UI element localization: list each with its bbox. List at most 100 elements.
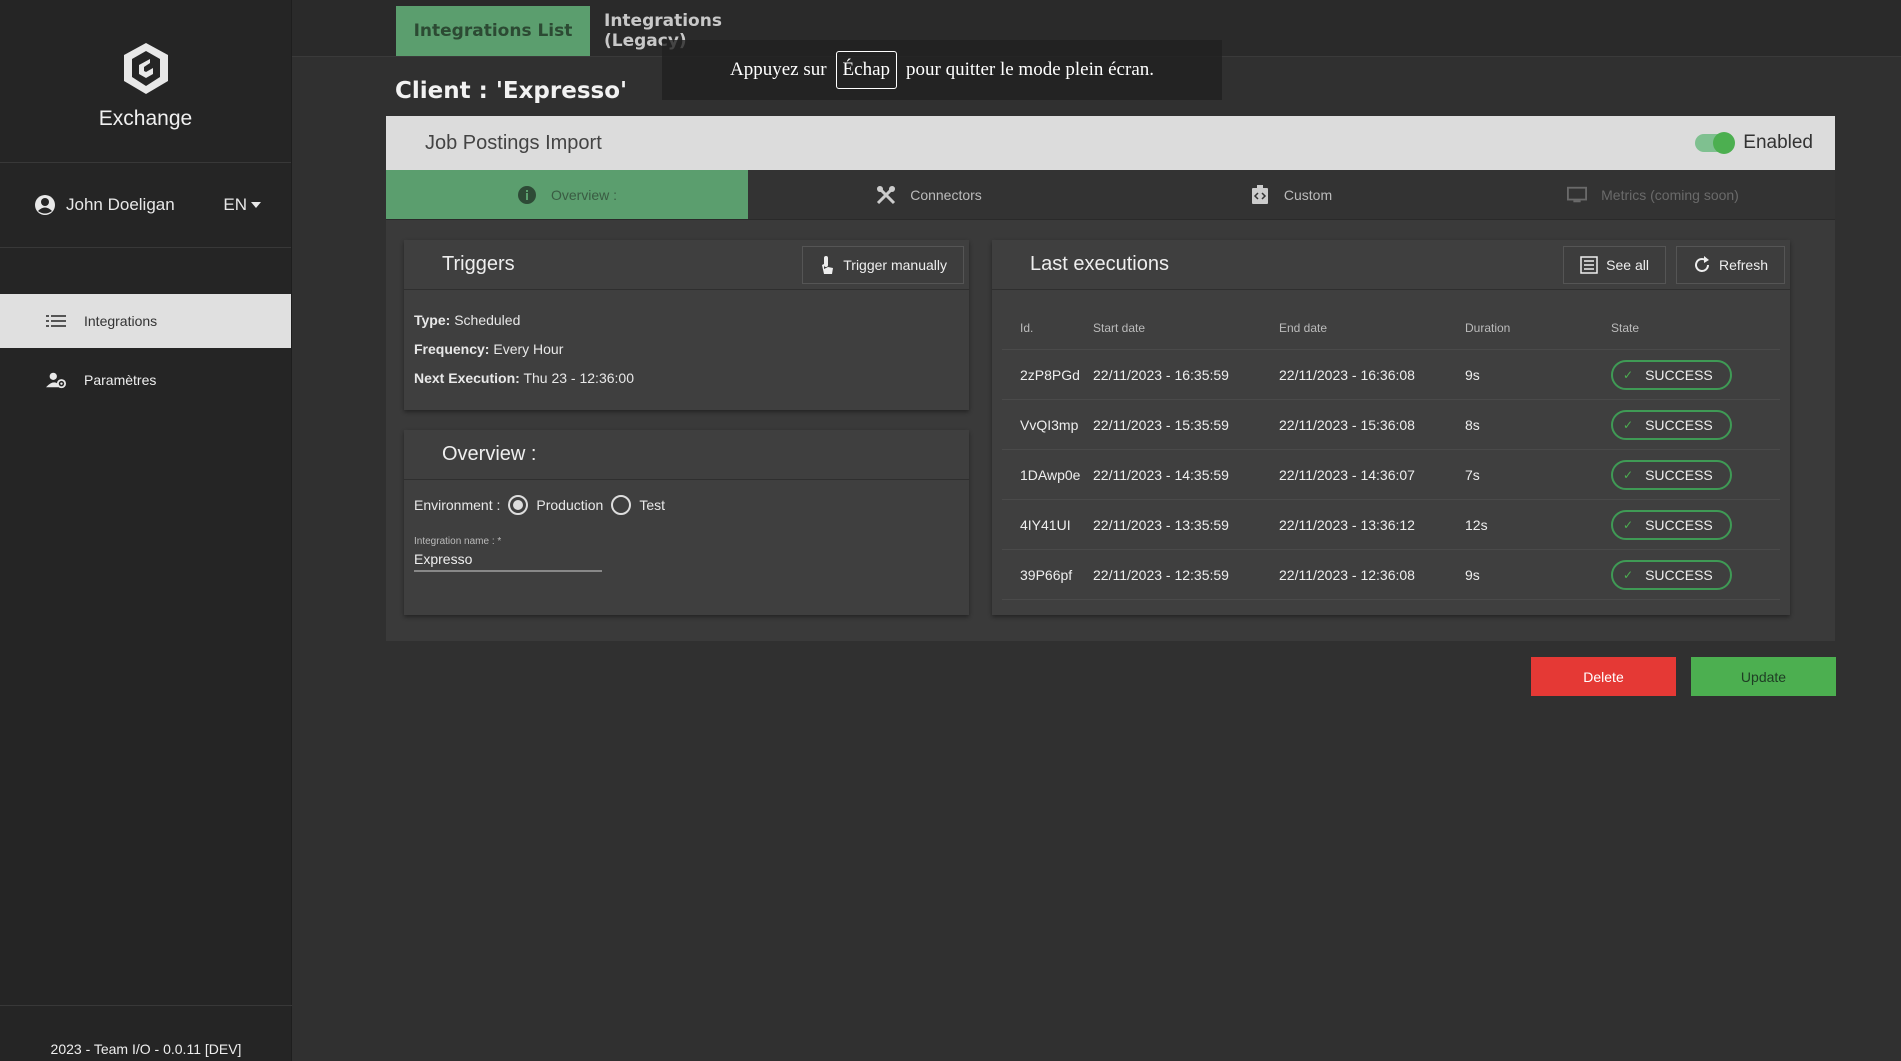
cell-id: 39P66pf (1020, 566, 1073, 583)
triggers-card: Triggers Trigger manually Type: Schedule… (404, 240, 969, 410)
tab-label: Custom (1283, 186, 1333, 203)
tab-integrations-list[interactable]: Integrations List (396, 6, 590, 56)
tab-label: Overview : (550, 186, 618, 203)
sidebar-item-integrations[interactable]: Integrations (0, 294, 291, 348)
language-select[interactable]: EN (223, 195, 261, 215)
status-text: SUCCESS (1645, 516, 1713, 533)
environment-row: Environment : Production Test (414, 490, 959, 520)
enabled-toggle[interactable] (1695, 132, 1736, 154)
refresh-button[interactable]: Refresh (1675, 245, 1785, 284)
cell-start: 22/11/2023 - 13:35:59 (1093, 516, 1229, 533)
refresh-icon (1695, 255, 1709, 272)
trigger-manually-button[interactable]: Trigger manually (802, 245, 964, 284)
cell-id: 4IY41UI (1020, 516, 1071, 533)
cell-duration: 7s (1465, 466, 1480, 483)
tools-icon (876, 185, 896, 205)
overview-header: Overview : (404, 430, 969, 480)
triggers-body: Type: Scheduled Frequency: Every Hour Ne… (404, 290, 969, 409)
cell-end: 22/11/2023 - 12:36:08 (1279, 566, 1415, 583)
trigger-manually-label: Trigger manually (843, 256, 947, 273)
col-duration: Duration (1465, 320, 1511, 335)
status-text: SUCCESS (1645, 366, 1713, 383)
see-all-button[interactable]: See all (1563, 245, 1666, 284)
cell-state: ✓ SUCCESS (1611, 459, 1780, 490)
radio-production[interactable] (508, 495, 529, 515)
tab-label: Connectors (910, 186, 982, 203)
table-row[interactable]: 39P66pf 22/11/2023 - 12:35:59 22/11/2023… (1002, 550, 1780, 600)
cell-state: ✓ SUCCESS (1611, 559, 1780, 590)
status-text: SUCCESS (1645, 466, 1713, 483)
table-row[interactable]: 1DAwp0e 22/11/2023 - 14:35:59 22/11/2023… (1002, 450, 1780, 500)
environment-label: Environment : (414, 497, 501, 513)
list-icon (46, 312, 66, 330)
fullscreen-notice: Appuyez sur Échap pour quitter le mode p… (662, 40, 1222, 100)
status-badge: ✓ SUCCESS (1611, 509, 1732, 540)
status-badge: ✓ SUCCESS (1611, 459, 1732, 490)
tab-metrics[interactable]: Metrics (coming soon) (1472, 170, 1834, 219)
language-value: EN (223, 195, 247, 214)
see-all-label: See all (1606, 256, 1649, 273)
check-icon: ✓ (1623, 417, 1634, 432)
tab-label: Metrics (coming soon) (1601, 186, 1739, 203)
page-title: Client : 'Expresso' (395, 78, 628, 104)
trigger-frequency-label: Frequency: (414, 341, 490, 357)
integration-name-label: Integration name : * (414, 536, 502, 547)
trigger-next-value: Thu 23 - 12:36:00 (523, 370, 634, 386)
monitor-icon (1567, 185, 1588, 205)
panel-header: Job Postings Import Enabled (386, 116, 1835, 170)
status-badge: ✓ SUCCESS (1611, 359, 1732, 390)
cell-id: 1DAwp0e (1020, 466, 1081, 483)
status-badge: ✓ SUCCESS (1611, 559, 1732, 590)
check-icon: ✓ (1623, 517, 1634, 532)
table-row[interactable]: 4IY41UI 22/11/2023 - 13:35:59 22/11/2023… (1002, 500, 1780, 550)
trigger-frequency-value: Every Hour (493, 341, 564, 357)
table-list-icon (1580, 255, 1598, 274)
radio-test-label: Test (639, 497, 665, 513)
check-icon: ✓ (1623, 367, 1634, 382)
executions-table: Id. Start date End date Duration State 2… (1002, 306, 1780, 600)
overview-card: Overview : Environment : Production Test… (404, 430, 969, 615)
trigger-type: Type: Scheduled (414, 306, 959, 335)
code-file-icon (1250, 184, 1270, 205)
cell-start: 22/11/2023 - 12:35:59 (1093, 566, 1229, 583)
check-icon: ✓ (1623, 567, 1634, 582)
cell-duration: 12s (1465, 516, 1488, 533)
tab-custom[interactable]: Custom (1110, 170, 1472, 219)
sidebar-item-label: Paramètres (84, 372, 157, 388)
tab-connectors[interactable]: Connectors (748, 170, 1110, 219)
cell-end: 22/11/2023 - 14:36:07 (1279, 466, 1415, 483)
cell-duration: 8s (1465, 416, 1480, 433)
cell-state: ✓ SUCCESS (1611, 509, 1780, 540)
cell-duration: 9s (1465, 366, 1480, 383)
trigger-frequency: Frequency: Every Hour (414, 335, 959, 364)
table-header-row: Id. Start date End date Duration State (1002, 306, 1780, 350)
cell-end: 22/11/2023 - 15:36:08 (1279, 416, 1415, 433)
radio-test[interactable] (611, 495, 632, 515)
panel-title: Job Postings Import (425, 131, 602, 154)
fullscreen-notice-after: pour quitter le mode plein écran. (906, 59, 1154, 80)
integration-name-input[interactable]: Expresso (414, 547, 602, 572)
check-icon: ✓ (1623, 467, 1634, 482)
col-state: State (1611, 320, 1640, 335)
sidebar-item-parametres[interactable]: Paramètres (0, 353, 291, 407)
caret-down-icon (251, 202, 261, 208)
trigger-next-execution: Next Execution: Thu 23 - 12:36:00 (414, 364, 959, 393)
delete-button[interactable]: Delete (1531, 657, 1676, 696)
table-row[interactable]: VvQI3mp 22/11/2023 - 15:35:59 22/11/2023… (1002, 400, 1780, 450)
status-text: SUCCESS (1645, 566, 1713, 583)
cell-start: 22/11/2023 - 15:35:59 (1093, 416, 1229, 433)
sidebar-nav: Integrations Paramètres (0, 294, 291, 407)
refresh-label: Refresh (1718, 256, 1768, 273)
brand-name: Exchange (98, 107, 193, 130)
triggers-header: Triggers Trigger manually (404, 240, 969, 290)
cell-end: 22/11/2023 - 16:36:08 (1279, 366, 1415, 383)
user-name[interactable]: John Doeligan (66, 195, 223, 215)
update-button[interactable]: Update (1691, 657, 1836, 696)
trigger-type-value: Scheduled (454, 312, 521, 328)
tab-overview[interactable]: Overview : (386, 170, 748, 219)
sidebar-footer: 2023 - Team I/O - 0.0.11 [DEV] (0, 1005, 292, 1061)
table-row[interactable]: 2zP8PGd 22/11/2023 - 16:35:59 22/11/2023… (1002, 350, 1780, 400)
touch-icon (822, 255, 834, 274)
enabled-label: Enabled (1743, 132, 1813, 153)
toggle-knob (1713, 132, 1736, 154)
